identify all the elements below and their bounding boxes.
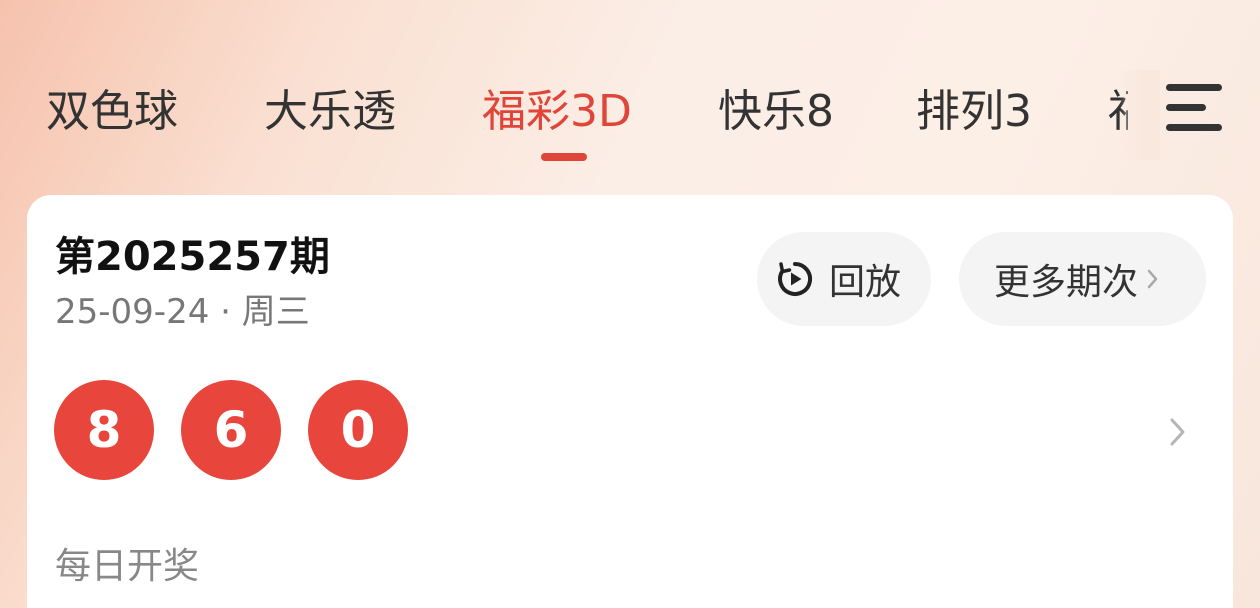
tab-daletou[interactable]: 大乐透 [264, 80, 396, 144]
active-tab-indicator [541, 153, 587, 161]
tab-fade-overlay [1120, 70, 1160, 160]
tab-fucai-3d[interactable]: 福彩3D [482, 80, 632, 144]
replay-label: 回放 [829, 262, 902, 303]
tab-kuaile-8[interactable]: 快乐8 [718, 80, 834, 144]
more-issues-button[interactable]: 更多期次 [959, 232, 1206, 326]
menu-icon[interactable] [1166, 84, 1222, 132]
details-chevron-icon[interactable] [1167, 415, 1189, 449]
issue-title: 第2025257期 [55, 234, 330, 280]
lottery-tab-bar: 双色球 大乐透 福彩3D 快乐8 排列3 福 [0, 0, 1260, 195]
draw-result-card: 第2025257期 25-09-24 · 周三 回放 更多期次 8 6 0 每日… [27, 195, 1233, 608]
replay-icon [778, 261, 812, 296]
chevron-right-icon [1147, 269, 1158, 289]
number-ball: 0 [308, 380, 408, 480]
more-issues-label: 更多期次 [994, 262, 1139, 303]
tab-shuangseqiu[interactable]: 双色球 [46, 80, 178, 144]
tab-pailie-3[interactable]: 排列3 [916, 80, 1032, 144]
replay-button[interactable]: 回放 [757, 232, 931, 326]
number-ball: 8 [54, 380, 154, 480]
number-ball: 6 [181, 380, 281, 480]
issue-date: 25-09-24 · 周三 [55, 292, 310, 332]
draw-schedule: 每日开奖 [55, 546, 200, 587]
